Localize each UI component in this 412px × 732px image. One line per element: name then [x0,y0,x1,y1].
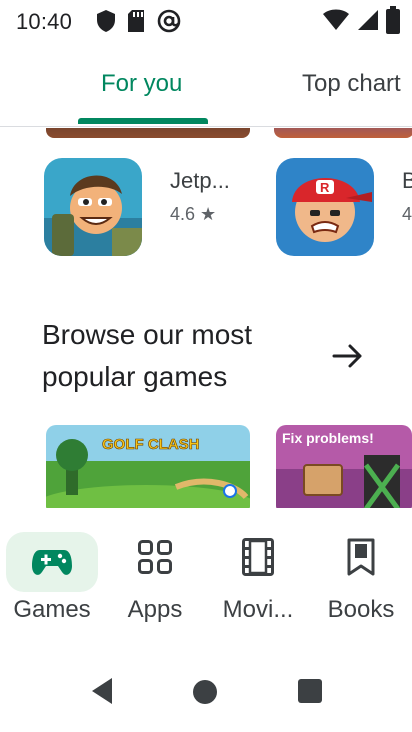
app-card[interactable]: R [276,158,376,258]
nav-label-apps: Apps [127,596,183,623]
top-tabs: For you Top chart [0,44,412,128]
fix-problems-banner[interactable]: Fix problems! [276,425,412,508]
app-name: B [402,168,412,193]
arrow-right-icon[interactable] [330,338,366,374]
app-name: Jetp... [170,168,230,193]
wifi-icon [323,9,349,30]
tab-selected-indicator [78,118,208,124]
browse-section-title[interactable]: Browse our most popular games [42,314,302,398]
home-icon[interactable] [191,678,219,706]
bottom-navigation: Games Apps Movi... Books [0,508,412,638]
content-feed[interactable]: Jetp... 4.6 ★ R B 4 Browse our most popu… [0,128,412,508]
sd-card-icon [128,10,144,32]
recents-icon[interactable] [297,678,323,704]
movie-film-icon [242,538,274,576]
status-right-icons [322,6,400,34]
apps-grid-icon [138,540,172,574]
nav-item-apps[interactable]: Apps [104,508,206,638]
app-card[interactable]: Jetp... 4.6 ★ [44,158,244,258]
status-bar: 10:40 [0,0,412,44]
status-left-icons [96,8,182,34]
tab-top-charts[interactable]: Top chart [302,70,401,98]
app-rating: 4.6 ★ [170,204,217,224]
nav-item-games[interactable]: Games [0,508,104,638]
status-time: 10:40 [16,9,73,34]
banner-text: GOLF CLASH [102,436,200,453]
svg-text:R: R [320,180,330,195]
nav-label-books: Books [327,596,395,623]
previous-card-peek-2[interactable] [274,128,412,138]
previous-card-peek[interactable] [46,128,250,138]
nav-label-movies: Movi... [222,596,294,623]
system-navigation-bar [0,638,412,732]
nav-label-games: Games [13,596,91,623]
tab-for-you[interactable]: For you [101,70,182,98]
battery-icon [386,6,400,34]
nav-item-books[interactable]: Books [310,508,412,638]
jetpack-game-icon [44,158,142,256]
back-icon[interactable] [88,676,114,706]
golf-clash-banner[interactable]: GOLF CLASH [46,425,250,508]
bookmark-icon [347,538,375,576]
app-rating: 4 [402,204,412,224]
signal-icon [358,10,378,30]
shield-icon [97,10,115,32]
nav-item-movies[interactable]: Movi... [206,508,310,638]
banner-text: Fix problems! [282,430,374,446]
baseball-game-icon: R [276,158,374,256]
at-sign-icon [157,9,181,33]
tab-divider [0,126,412,127]
gamepad-icon [32,550,72,575]
app-card[interactable]: B 4 [400,158,412,258]
